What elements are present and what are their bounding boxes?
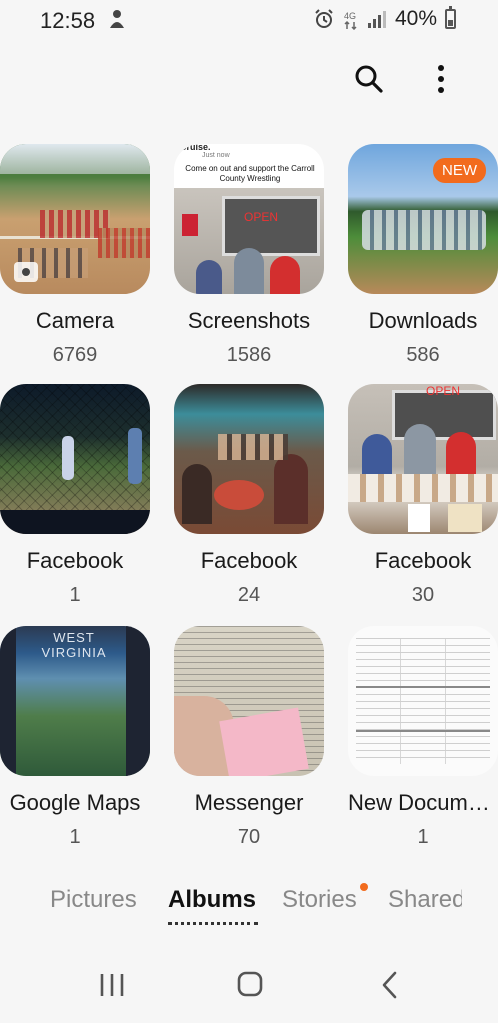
- album-name: New Docume...: [348, 790, 498, 815]
- album-thumbnail: [348, 626, 498, 776]
- album-count: 1: [69, 584, 81, 606]
- album-facebook-3[interactable]: OPEN Facebook 30: [348, 384, 498, 607]
- album-count: 1: [417, 826, 429, 848]
- status-bar: 12:58 4G 40%: [0, 0, 498, 40]
- search-button[interactable]: [352, 62, 386, 96]
- album-new-document[interactable]: New Docume... 1: [348, 626, 498, 849]
- system-navigation-bar: [0, 955, 498, 1015]
- data-4g-icon: 4G: [344, 11, 357, 30]
- tab-shared[interactable]: Shared: [388, 886, 462, 914]
- album-name: Facebook: [200, 548, 298, 573]
- album-facebook-1[interactable]: Facebook 1: [0, 384, 150, 607]
- search-icon: [355, 65, 383, 93]
- album-screenshots[interactable]: Cruise. Just now Come on out and support…: [174, 144, 324, 367]
- status-time: 12:58: [40, 8, 96, 33]
- home-button[interactable]: [230, 967, 270, 1003]
- back-button[interactable]: [370, 967, 410, 1003]
- album-name: Google Maps: [9, 790, 141, 815]
- album-name: Screenshots: [187, 308, 311, 333]
- album-name: Messenger: [194, 790, 304, 815]
- svg-text:4G: 4G: [344, 11, 356, 21]
- stories-notification-dot: [360, 883, 368, 891]
- album-thumbnail: [174, 384, 324, 534]
- tab-stories[interactable]: Stories: [282, 886, 357, 914]
- album-thumbnail: NEW: [348, 144, 498, 294]
- album-count: 1: [69, 826, 81, 848]
- album-count: 6769: [52, 344, 98, 366]
- album-count: 1586: [226, 344, 272, 366]
- album-thumbnail: [174, 626, 324, 776]
- tab-pictures[interactable]: Pictures: [50, 886, 137, 914]
- album-google-maps[interactable]: WEST VIRGINIA Google Maps 1: [0, 626, 150, 849]
- album-thumbnail: OPEN: [348, 384, 498, 534]
- album-thumbnail: Cruise. Just now Come on out and support…: [174, 144, 324, 294]
- album-name: Facebook: [374, 548, 472, 573]
- preview-sub: Just now: [202, 152, 230, 159]
- preview-text: Come on out and support the Carroll Coun…: [185, 164, 315, 183]
- album-name: Camera: [35, 308, 115, 333]
- battery-icon: [445, 6, 456, 29]
- camera-badge-icon: [14, 262, 38, 282]
- recent-apps-button[interactable]: [92, 967, 132, 1003]
- album-count: 586: [406, 344, 440, 366]
- album-count: 70: [237, 826, 261, 848]
- preview-title: WEST VIRGINIA: [41, 630, 107, 660]
- album-messenger[interactable]: Messenger 70: [174, 626, 324, 849]
- recent-apps-icon: [100, 974, 124, 996]
- home-icon: [237, 971, 263, 997]
- notification-app-icon: [110, 10, 124, 28]
- status-icons: 4G 40%: [313, 6, 456, 31]
- album-count: 30: [411, 584, 435, 606]
- header-actions: [352, 62, 458, 96]
- bottom-tabs: Pictures Albums Stories Shared: [0, 880, 498, 930]
- album-downloads[interactable]: NEW Downloads 586: [348, 144, 498, 367]
- more-options-button[interactable]: [424, 62, 458, 96]
- album-thumbnail: [0, 384, 150, 534]
- battery-percent: 40%: [394, 7, 437, 30]
- album-thumbnail: [0, 144, 150, 294]
- alarm-icon: [315, 9, 333, 28]
- signal-icon: [367, 11, 386, 28]
- tab-albums[interactable]: Albums: [168, 886, 256, 914]
- album-name: Facebook: [26, 548, 124, 573]
- preview-header: Cruise.: [180, 144, 211, 152]
- back-icon: [382, 971, 397, 999]
- album-count: 24: [237, 584, 261, 606]
- album-thumbnail: WEST VIRGINIA: [0, 626, 150, 776]
- new-badge: NEW: [433, 158, 486, 183]
- more-vertical-icon: [438, 65, 444, 93]
- active-tab-indicator: [168, 922, 258, 925]
- album-facebook-2[interactable]: Facebook 24: [174, 384, 324, 607]
- album-name: Downloads: [368, 308, 478, 333]
- album-camera[interactable]: Camera 6769: [0, 144, 150, 367]
